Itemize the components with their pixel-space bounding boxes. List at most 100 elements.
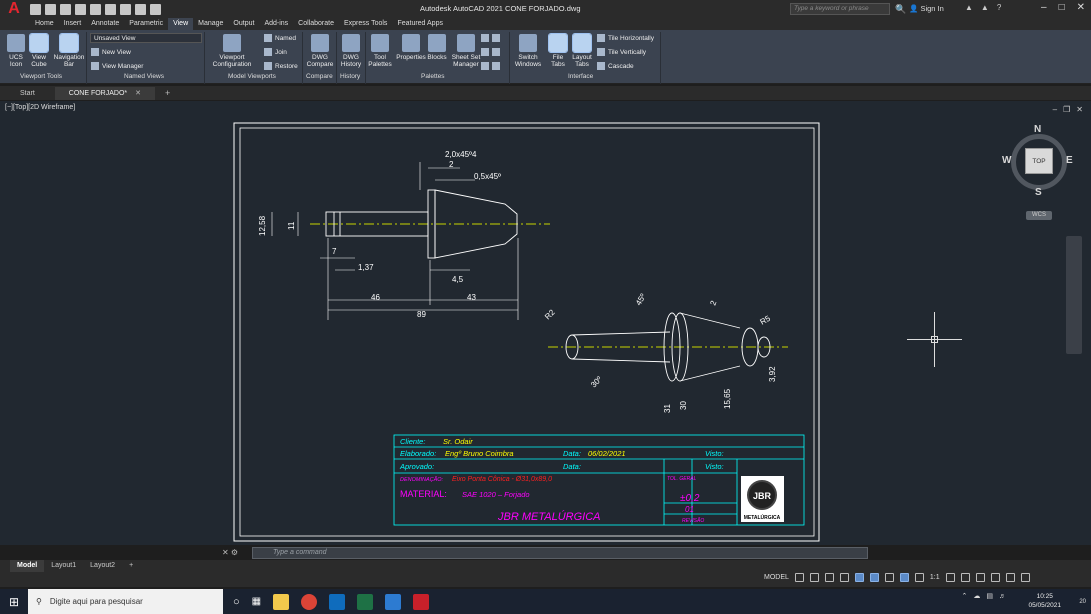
tab-cone-forjado[interactable]: CONE FORJADO* ✕	[54, 86, 156, 100]
view-dropdown[interactable]: Unsaved View	[90, 33, 202, 43]
view-cube-button[interactable]: View Cube	[29, 33, 49, 68]
switch-windows-button[interactable]: Switch Windows	[513, 34, 543, 68]
view-cube-top-face[interactable]: TOP	[1025, 148, 1053, 174]
plot-icon[interactable]	[90, 3, 101, 15]
hardware-acceleration-icon[interactable]	[990, 573, 1000, 582]
tab-collaborate[interactable]: Collaborate	[293, 18, 339, 30]
palette-extra-icons-row2[interactable]	[481, 48, 500, 56]
navigation-bar-button[interactable]: Navigation Bar	[52, 33, 86, 68]
customization-menu-icon[interactable]	[1020, 573, 1030, 582]
cart-icon[interactable]: ▲	[965, 3, 973, 12]
dwg-compare-button[interactable]: DWG Compare	[305, 34, 335, 68]
restore-button[interactable]: Restore	[264, 62, 298, 70]
sign-in-button[interactable]: 👤 Sign In	[909, 4, 944, 13]
wcs-menu[interactable]: WCS	[1026, 211, 1052, 220]
viewport-restore-icon[interactable]: ❐	[1063, 105, 1070, 114]
compass-north[interactable]: N	[1034, 124, 1041, 135]
join-button[interactable]: Join	[264, 48, 287, 56]
help-icon[interactable]: ?	[997, 3, 1001, 12]
compass-east[interactable]: E	[1066, 155, 1073, 166]
dwg-history-button[interactable]: DWG History	[338, 34, 364, 68]
new-view-button[interactable]: New View	[91, 48, 131, 56]
add-layout-icon[interactable]: +	[122, 560, 140, 572]
close-icon[interactable]: ✕	[1077, 2, 1085, 13]
viewport-minimize-icon[interactable]: –	[1053, 105, 1057, 114]
print-icon[interactable]	[105, 3, 116, 15]
volume-icon[interactable]: ♬	[999, 593, 1006, 600]
model-space-button[interactable]: MODEL	[764, 574, 789, 581]
add-icon[interactable]	[960, 573, 970, 582]
palette-extra-icons-row3[interactable]	[481, 62, 500, 70]
annotation-scale[interactable]: 1:1	[930, 574, 940, 581]
share-icon[interactable]	[150, 3, 161, 15]
ucs-icon-button[interactable]: UCS Icon	[6, 34, 26, 68]
auto-scale-icon[interactable]	[914, 573, 924, 582]
tab-insert[interactable]: Insert	[59, 18, 87, 30]
tab-annotate[interactable]: Annotate	[86, 18, 124, 30]
task-view-icon[interactable]: ▦	[252, 596, 261, 607]
polar-icon[interactable]	[839, 573, 849, 582]
new-icon[interactable]	[45, 3, 56, 15]
close-tab-icon[interactable]: ✕	[135, 90, 141, 97]
command-line-close-icon[interactable]: ✕ ⚙	[222, 548, 252, 557]
view-manager-button[interactable]: View Manager	[91, 62, 143, 70]
layout-tab-model[interactable]: Model	[10, 560, 45, 572]
viewport-configuration-button[interactable]: Viewport Configuration	[210, 34, 254, 68]
navigation-bar[interactable]	[1066, 236, 1082, 354]
tab-output[interactable]: Output	[228, 18, 259, 30]
windows-start-icon[interactable]: ⊞	[0, 589, 28, 614]
save-as-icon[interactable]	[75, 3, 86, 15]
tab-express-tools[interactable]: Express Tools	[339, 18, 392, 30]
tab-add-ins[interactable]: Add-ins	[259, 18, 293, 30]
workspace-gear-icon[interactable]	[945, 573, 955, 582]
tab-start[interactable]: Start	[0, 87, 55, 100]
isolate-objects-icon[interactable]	[975, 573, 985, 582]
autocad-logo-icon[interactable]: A	[0, 0, 28, 18]
object-snap-icon[interactable]	[854, 573, 864, 582]
tray-chevron-icon[interactable]: ⌃	[962, 592, 968, 600]
excel-icon[interactable]	[357, 593, 374, 610]
lineweight-icon[interactable]	[884, 573, 894, 582]
snap-icon[interactable]	[809, 573, 819, 582]
object-snap-tracking-icon[interactable]	[869, 573, 879, 582]
maximize-icon[interactable]: □	[1059, 2, 1065, 13]
taskbar-search[interactable]: ⚲ Digite aqui para pesquisar	[28, 589, 223, 614]
command-input[interactable]: Type a command	[252, 546, 868, 559]
palette-extra-icons[interactable]	[481, 34, 500, 42]
panel-label-palettes[interactable]: Palettes	[421, 73, 445, 80]
compass-south[interactable]: S	[1035, 187, 1042, 198]
autocad-taskbar-icon[interactable]	[413, 593, 430, 610]
layout-tab-layout1[interactable]: Layout1	[44, 560, 83, 572]
tab-manage[interactable]: Manage	[193, 18, 228, 30]
photos-icon[interactable]	[385, 593, 402, 610]
undo-icon[interactable]	[120, 3, 131, 15]
chrome-icon[interactable]	[301, 593, 318, 610]
open-icon[interactable]	[30, 3, 41, 15]
file-explorer-icon[interactable]	[273, 593, 290, 610]
ortho-icon[interactable]	[824, 573, 834, 582]
cascade-button[interactable]: Cascade	[597, 62, 634, 70]
clean-screen-icon[interactable]	[1005, 573, 1015, 582]
tab-view[interactable]: View	[168, 18, 194, 30]
network-icon[interactable]: ▤	[986, 592, 993, 600]
notification-center-icon[interactable]: 20	[1079, 595, 1086, 606]
blocks-button[interactable]: Blocks	[426, 34, 448, 61]
panel-label-viewport-tools[interactable]: Viewport Tools	[20, 73, 62, 80]
autodesk-app-icon[interactable]: ▲	[981, 3, 989, 12]
minimize-icon[interactable]: –	[1041, 2, 1047, 13]
properties-button[interactable]: Properties	[395, 34, 427, 61]
redo-icon[interactable]	[135, 3, 146, 15]
tab-parametric[interactable]: Parametric	[124, 18, 168, 30]
tab-featured-apps[interactable]: Featured Apps	[392, 18, 448, 30]
tile-horizontally-button[interactable]: Tile Horizontally	[597, 34, 654, 42]
save-icon[interactable]	[60, 3, 71, 15]
named-viewports-button[interactable]: Named	[264, 34, 296, 42]
onedrive-icon[interactable]: ☁	[973, 592, 980, 600]
annotation-visibility-icon[interactable]	[899, 573, 909, 582]
tool-palettes-button[interactable]: Tool Palettes	[367, 34, 393, 68]
grid-icon[interactable]	[794, 573, 804, 582]
cortana-icon[interactable]: ○	[233, 596, 240, 608]
outlook-icon[interactable]	[329, 593, 346, 610]
layout-tab-layout2[interactable]: Layout2	[83, 560, 122, 572]
view-cube[interactable]: TOP N S W E	[1002, 124, 1073, 198]
